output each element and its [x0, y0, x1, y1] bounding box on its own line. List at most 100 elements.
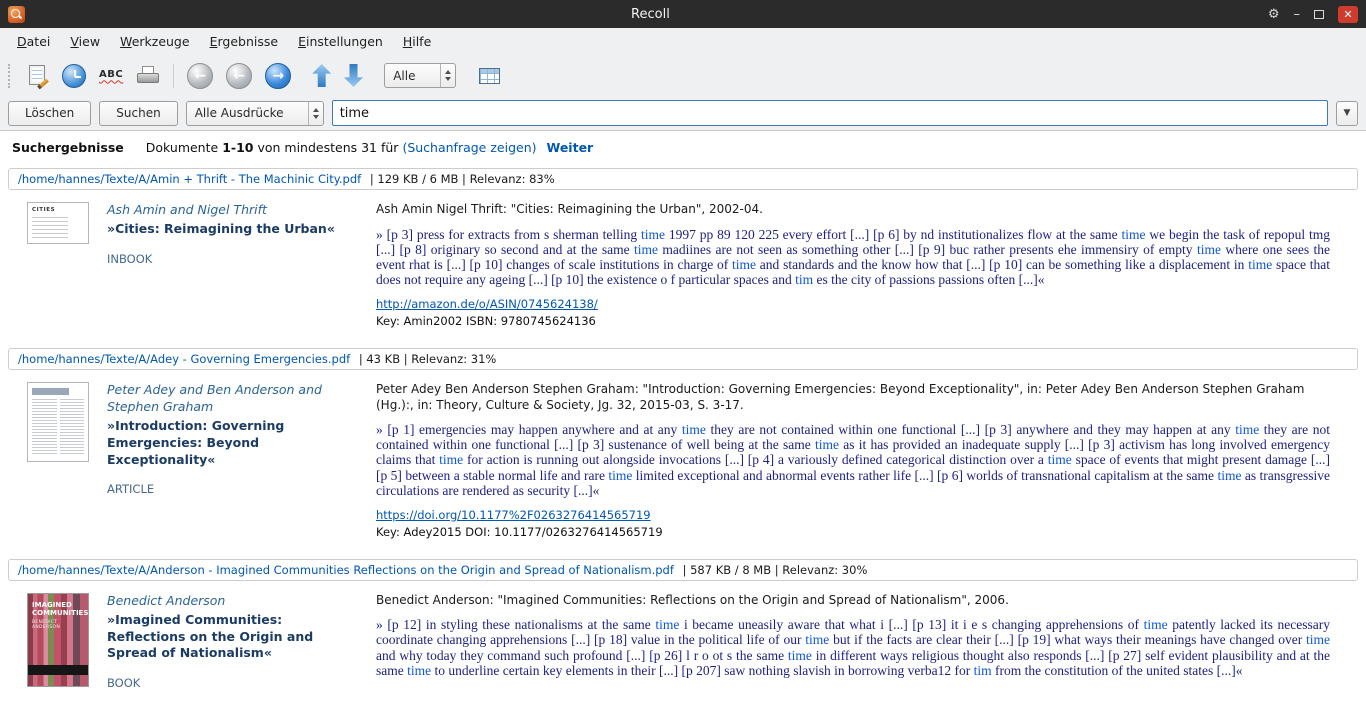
menu-datei[interactable]: Datei [8, 30, 59, 53]
result-citation: Peter Adey Ben Anderson Stephen Graham: … [376, 382, 1330, 413]
results-as-table-icon[interactable] [479, 68, 500, 84]
result-url-link[interactable]: https://doi.org/10.1177%2F02632764145657… [376, 508, 1330, 522]
highlighted-term: time [1306, 632, 1330, 647]
first-page-icon[interactable]: ← [187, 63, 213, 89]
result-path-link[interactable]: /home/hannes/Texte/A/Anderson - Imagined… [18, 563, 674, 577]
result-key: Key: Amin2002 ISBN: 9780745624136 [376, 314, 1330, 328]
highlighted-term: time [732, 257, 756, 272]
menubar: Datei View Werkzeuge Ergebnisse Einstell… [0, 28, 1366, 55]
erase-search-icon[interactable] [27, 64, 49, 88]
result-key: Key: Adey2015 DOI: 10.1177/0263276414565… [376, 525, 1330, 539]
result-snippet: » [p 1] emergencies may happen anywhere … [376, 422, 1330, 498]
document-history-icon[interactable] [62, 64, 86, 88]
highlighted-term: time [439, 452, 463, 467]
result-body: Peter Adey and Ben Anderson and Stephen … [0, 370, 1366, 553]
search-history-dropdown[interactable]: ▼ [1336, 101, 1358, 126]
result-authors: Benedict Anderson [107, 593, 359, 610]
snippet-text: and standards and the know how that [...… [756, 257, 1248, 272]
result-entry: /home/hannes/Texte/A/Adey - Governing Em… [0, 348, 1366, 553]
thumbnail-text-lines [32, 217, 68, 239]
result-path-bar: /home/hannes/Texte/A/Anderson - Imagined… [8, 559, 1358, 581]
result-meta-column: Peter Adey and Ben Anderson and Stephen … [107, 382, 359, 539]
category-filter-combo[interactable]: Alle [384, 63, 456, 88]
thumbnail-author-text: BENEDICT ANDERSON [28, 617, 88, 630]
spinner-up-icon [313, 108, 319, 112]
term-explorer-icon[interactable]: ABC [99, 69, 123, 83]
result-body: IMAGINED COMMUNITIES BENEDICT ANDERSON B… [0, 581, 1366, 705]
result-path-link[interactable]: /home/hannes/Texte/A/Amin + Thrift - The… [18, 172, 361, 186]
gear-icon[interactable]: ⚙ [1268, 8, 1280, 21]
snippet-text: » [p 12] in styling these nationalisms a… [376, 617, 655, 632]
clear-button[interactable]: Löschen [8, 101, 91, 126]
menu-view[interactable]: View [61, 30, 109, 53]
spinner-down-icon [445, 77, 451, 81]
menu-ergebnisse[interactable]: Ergebnisse [201, 30, 288, 53]
result-entry: /home/hannes/Texte/A/Anderson - Imagined… [0, 559, 1366, 705]
next-page-link[interactable]: Weiter [546, 140, 593, 155]
result-meta-column: Ash Amin and Nigel Thrift »Cities: Reima… [107, 202, 359, 328]
highlighted-term: time [641, 227, 665, 242]
next-result-icon[interactable] [344, 64, 363, 87]
search-mode-value: Alle Ausdrücke [187, 106, 308, 120]
result-url-link[interactable]: http://amazon.de/o/ASIN/0745624138/ [376, 297, 1330, 311]
thumbnail-text-column [60, 399, 85, 455]
result-doc-type: ARTICLE [107, 482, 359, 496]
result-thumbnail[interactable] [27, 382, 89, 462]
result-body: CITIES Ash Amin and Nigel Thrift »Cities… [0, 190, 1366, 342]
thumbnail-header-block [32, 388, 69, 395]
search-input[interactable] [332, 100, 1328, 126]
search-mode-combo[interactable]: Alle Ausdrücke [186, 101, 324, 126]
result-title: »Imagined Communities: Reflections on th… [107, 612, 359, 663]
menu-hilfe[interactable]: Hilfe [394, 30, 440, 53]
result-thumbnail[interactable]: IMAGINED COMMUNITIES BENEDICT ANDERSON [27, 593, 89, 687]
snippet-text: madiines are not seen as something other… [658, 242, 1197, 257]
highlighted-term: time [407, 663, 431, 678]
result-meta: | 587 KB / 8 MB | Relevanz: 30% [683, 563, 868, 577]
snippet-text: es the city of passions passions often [… [813, 272, 1044, 287]
previous-page-icon[interactable]: ← [226, 63, 252, 89]
category-filter-value: Alle [385, 69, 440, 83]
highlighted-term: time [1235, 422, 1259, 437]
results-connector: von mindestens 31 für [257, 140, 398, 155]
highlighted-term: time [682, 422, 706, 437]
result-thumbnail[interactable]: CITIES [27, 202, 89, 244]
search-button[interactable]: Suchen [99, 101, 177, 126]
highlighted-term: tim [974, 663, 992, 678]
result-path-bar: /home/hannes/Texte/A/Adey - Governing Em… [8, 348, 1358, 370]
thumbnail-text-columns [32, 399, 84, 455]
highlighted-term: time [1248, 257, 1272, 272]
highlighted-term: time [608, 468, 632, 483]
toolbar-separator [173, 64, 174, 88]
highlighted-term: time [815, 437, 839, 452]
result-snippet: » [p 3] press for extracts from s sherma… [376, 227, 1330, 287]
snippet-text: but if the facts are clear their [...] [… [829, 632, 1306, 647]
snippet-text: they are not contained within one functi… [706, 422, 1235, 437]
result-citation: Benedict Anderson: "Imagined Communities… [376, 593, 1330, 609]
menu-einstellungen[interactable]: Einstellungen [289, 30, 392, 53]
close-button[interactable]: ✕ [1338, 6, 1358, 23]
snippet-text: and why today they command such profound… [376, 648, 788, 663]
result-path-link[interactable]: /home/hannes/Texte/A/Adey - Governing Em… [18, 352, 350, 366]
result-title: »Introduction: Governing Emergencies: Be… [107, 418, 359, 469]
result-snippet: » [p 12] in styling these nationalisms a… [376, 617, 1330, 677]
search-mode-spinner[interactable] [308, 102, 323, 125]
show-query-link[interactable]: (Suchanfrage zeigen) [402, 140, 536, 155]
next-page-icon[interactable]: → [265, 63, 291, 89]
combo-spinner[interactable] [440, 64, 455, 87]
highlighted-term: time [1144, 617, 1168, 632]
snippet-text: from the constitution of the united stat… [992, 663, 1243, 678]
print-icon[interactable] [136, 66, 160, 86]
minimize-button[interactable]: – [1294, 8, 1301, 21]
toolbar-handle[interactable] [8, 64, 12, 88]
highlighted-term: time [634, 242, 658, 257]
previous-result-icon[interactable] [312, 64, 331, 87]
menu-werkzeuge[interactable]: Werkzeuge [111, 30, 199, 53]
highlighted-term: time [788, 648, 812, 663]
snippet-text: i became uneasily aware that what i [...… [679, 617, 1143, 632]
result-entry: /home/hannes/Texte/A/Amin + Thrift - The… [0, 168, 1366, 342]
thumbnail-text-column [32, 399, 57, 455]
snippet-text: » [p 3] press for extracts from s sherma… [376, 227, 641, 242]
result-snippet-column: Ash Amin Nigel Thrift: "Cities: Reimagin… [376, 202, 1330, 328]
maximize-button[interactable] [1314, 10, 1324, 19]
thumbnail-band [28, 665, 88, 675]
